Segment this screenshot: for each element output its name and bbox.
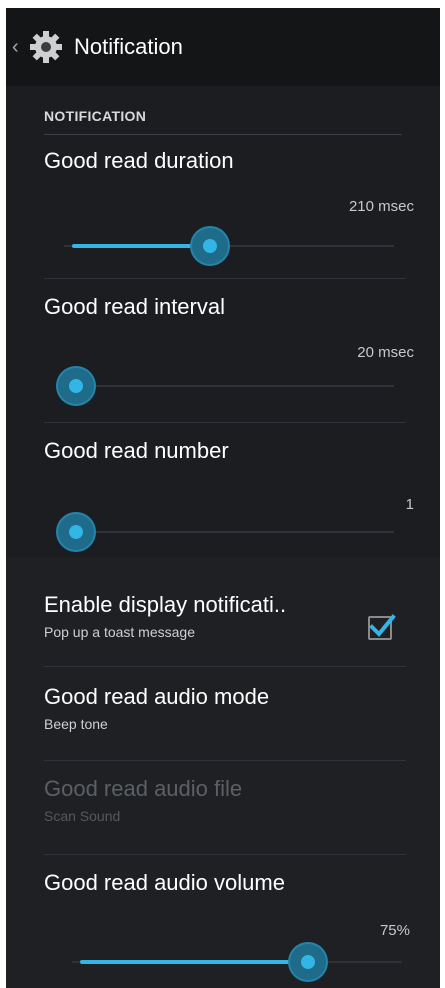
pref-title: Good read duration bbox=[44, 148, 234, 173]
slider-fill bbox=[80, 960, 308, 964]
action-bar: ‹ Notification bbox=[6, 8, 440, 86]
pref-title: Good read audio file bbox=[44, 776, 243, 801]
divider bbox=[44, 760, 406, 761]
volume-value: 75% bbox=[379, 922, 410, 939]
chevron-left-icon[interactable]: ‹ bbox=[12, 36, 22, 59]
pref-title: Good read audio volume bbox=[44, 870, 285, 895]
pref-good-read-audio-mode[interactable]: Good read audio mode Beep tone bbox=[44, 684, 440, 732]
section-header: NOTIFICATION bbox=[44, 98, 402, 135]
pref-summary: Scan Sound bbox=[44, 808, 121, 824]
pref-good-read-duration: Good read duration bbox=[44, 148, 440, 174]
duration-value: 210 msec bbox=[348, 198, 414, 215]
duration-slider[interactable] bbox=[64, 226, 394, 266]
slider-thumb[interactable] bbox=[56, 512, 96, 552]
pref-title: Good read interval bbox=[44, 294, 225, 319]
pref-title: Good read number bbox=[44, 438, 229, 463]
divider bbox=[44, 854, 406, 855]
check-icon bbox=[369, 614, 396, 637]
screen: ‹ Notification NOTIFICATION Good read du… bbox=[6, 8, 440, 988]
slider-track bbox=[64, 385, 394, 387]
number-value: 1 bbox=[405, 496, 414, 513]
volume-slider[interactable] bbox=[72, 942, 402, 982]
page-title: Notification bbox=[74, 34, 183, 59]
slider-thumb[interactable] bbox=[56, 366, 96, 406]
divider bbox=[44, 278, 406, 279]
slider-thumb[interactable] bbox=[190, 226, 231, 266]
pref-summary: Beep tone bbox=[44, 716, 108, 732]
interval-value: 20 msec bbox=[357, 344, 414, 361]
slider-track bbox=[64, 531, 394, 533]
pref-title: Enable display notificati.. bbox=[44, 592, 287, 617]
notification-checkbox[interactable] bbox=[368, 614, 396, 640]
pref-good-read-audio-file: Good read audio file Scan Sound bbox=[44, 776, 440, 824]
divider bbox=[44, 666, 406, 667]
pref-summary: Pop up a toast message bbox=[44, 624, 195, 640]
interval-slider[interactable] bbox=[56, 366, 394, 406]
slider-thumb[interactable] bbox=[287, 942, 328, 982]
pref-good-read-interval: Good read interval bbox=[44, 294, 440, 320]
divider bbox=[44, 422, 406, 423]
pref-good-read-number: Good read number bbox=[44, 438, 440, 464]
gear-icon[interactable] bbox=[28, 29, 64, 65]
pref-enable-display-notification[interactable]: Enable display notificati.. Pop up a toa… bbox=[44, 592, 364, 640]
number-slider[interactable] bbox=[56, 512, 394, 552]
pref-good-read-audio-volume: Good read audio volume bbox=[44, 870, 440, 896]
pref-title: Good read audio mode bbox=[44, 684, 270, 709]
